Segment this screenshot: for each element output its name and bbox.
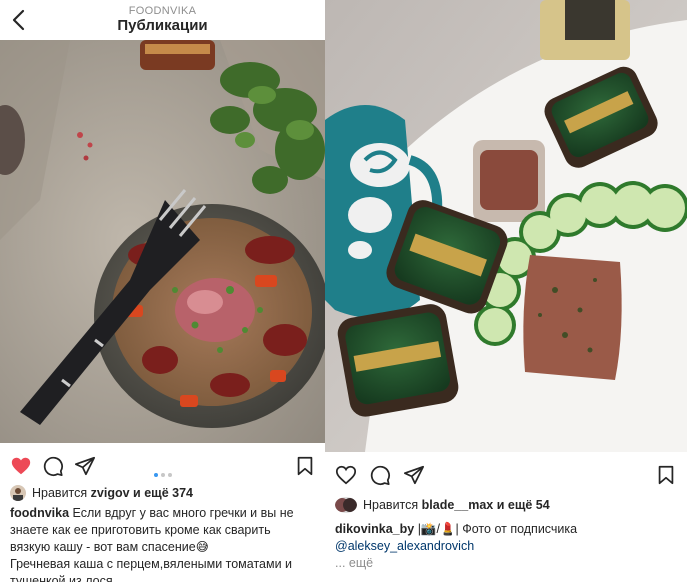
carousel-indicator bbox=[152, 464, 173, 477]
like-heart-outline-icon[interactable] bbox=[335, 464, 357, 486]
liker-avatar bbox=[10, 485, 26, 501]
likes-prefix: Нравится bbox=[32, 486, 88, 500]
post-photo-canned-pate-and-cucumbers[interactable] bbox=[325, 0, 687, 452]
post-caption: foodnvika Если вдруг у вас много гречки … bbox=[10, 505, 320, 582]
caption-text: |📸/💄| Фото от подписчика bbox=[417, 522, 578, 536]
bookmark-save-icon[interactable] bbox=[655, 464, 677, 486]
liker-username[interactable]: blade__max bbox=[422, 498, 494, 512]
likes-prefix: Нравится bbox=[363, 498, 419, 512]
liker-username[interactable]: zvigov bbox=[91, 486, 130, 500]
likes-count[interactable]: и ещё 54 bbox=[497, 498, 550, 512]
likes-summary[interactable]: Нравится blade__max и ещё 54 bbox=[335, 497, 680, 515]
liker-avatar bbox=[335, 497, 357, 513]
carousel-dot bbox=[167, 473, 172, 477]
left-post: FOODNVIKA Публикации Нравится zvigov и е… bbox=[0, 0, 325, 582]
caption-line: знаете как ее приготовить кроме как свар… bbox=[10, 523, 271, 537]
likes-summary[interactable]: Нравится zvigov и ещё 374 bbox=[10, 485, 315, 503]
caption-author[interactable]: dikovinka_by bbox=[335, 522, 414, 536]
right-post: Нравится blade__max и ещё 54 dikovinka_b… bbox=[325, 0, 687, 582]
caption-line: Если вдруг у вас много гречки и вы не bbox=[72, 506, 294, 520]
bookmark-save-icon[interactable] bbox=[294, 455, 316, 477]
likes-count[interactable]: и ещё 374 bbox=[133, 486, 193, 500]
caption-line: тушенкой из лося bbox=[10, 574, 113, 582]
post-header: FOODNVIKA Публикации bbox=[0, 0, 325, 40]
caption-mention-link[interactable]: @aleksey_alexandrovich bbox=[335, 538, 680, 555]
post-photo-buckwheat-bowl[interactable] bbox=[0, 40, 325, 443]
post-action-bar bbox=[325, 460, 687, 490]
carousel-dot-active bbox=[153, 473, 158, 477]
comment-icon[interactable] bbox=[369, 464, 391, 486]
comment-icon[interactable] bbox=[42, 455, 64, 477]
page-title: Публикации bbox=[117, 17, 208, 34]
caption-more-link[interactable]: ... ещё bbox=[335, 555, 680, 572]
share-send-icon[interactable] bbox=[403, 464, 425, 486]
post-caption: dikovinka_by |📸/💄| Фото от подписчика @a… bbox=[335, 521, 680, 572]
post-action-bar bbox=[0, 451, 325, 481]
caption-line: вязкую кашу - вот вам спасение😅 bbox=[10, 540, 209, 554]
carousel-dot bbox=[160, 473, 165, 477]
like-heart-icon[interactable] bbox=[10, 455, 32, 477]
profile-username[interactable]: FOODNVIKA bbox=[0, 5, 325, 17]
caption-author[interactable]: foodnvika bbox=[10, 506, 69, 520]
caption-line: Гречневая каша с перцем,вялеными томатам… bbox=[10, 557, 293, 571]
share-send-icon[interactable] bbox=[74, 455, 96, 477]
